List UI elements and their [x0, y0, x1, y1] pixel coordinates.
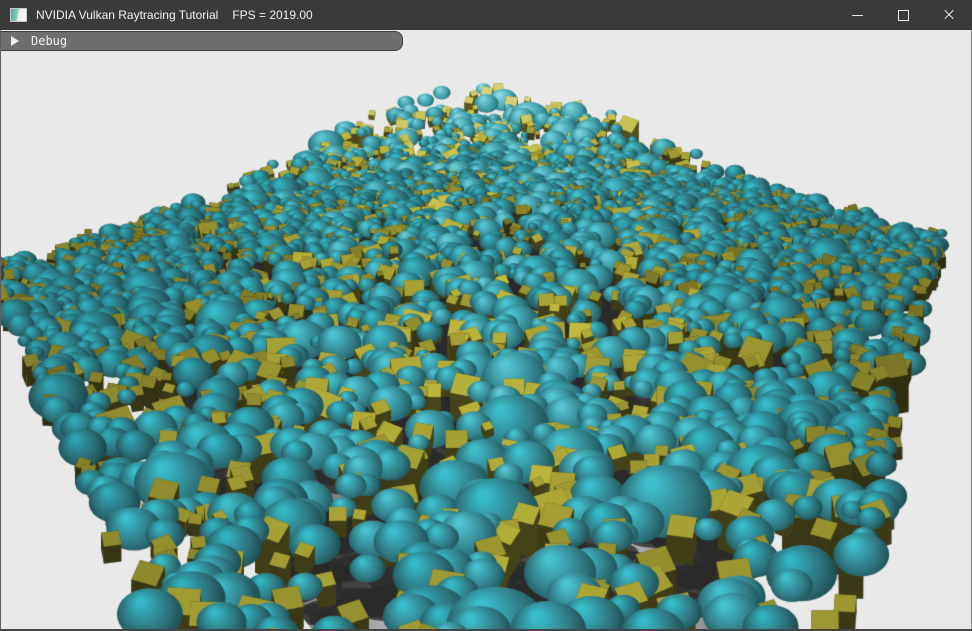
window-controls: [834, 0, 972, 30]
title-bar: NVIDIA Vulkan Raytracing Tutorial FPS = …: [0, 0, 972, 30]
debug-panel-label: Debug: [31, 34, 67, 49]
app-window-icon: [10, 8, 27, 22]
app-window: NVIDIA Vulkan Raytracing Tutorial FPS = …: [0, 0, 972, 631]
maximize-icon: [898, 10, 909, 21]
raytracing-viewport[interactable]: [0, 0, 972, 631]
window-border-left: [0, 30, 1, 631]
close-icon: [943, 9, 955, 21]
minimize-icon: [852, 15, 863, 16]
maximize-button[interactable]: [880, 0, 926, 30]
window-title: NVIDIA Vulkan Raytracing Tutorial: [36, 8, 218, 22]
minimize-button[interactable]: [834, 0, 880, 30]
debug-panel-header[interactable]: Debug: [0, 31, 403, 51]
fps-counter: FPS = 2019.00: [232, 8, 312, 22]
close-button[interactable]: [926, 0, 972, 30]
right-triangle-icon: [11, 36, 19, 46]
